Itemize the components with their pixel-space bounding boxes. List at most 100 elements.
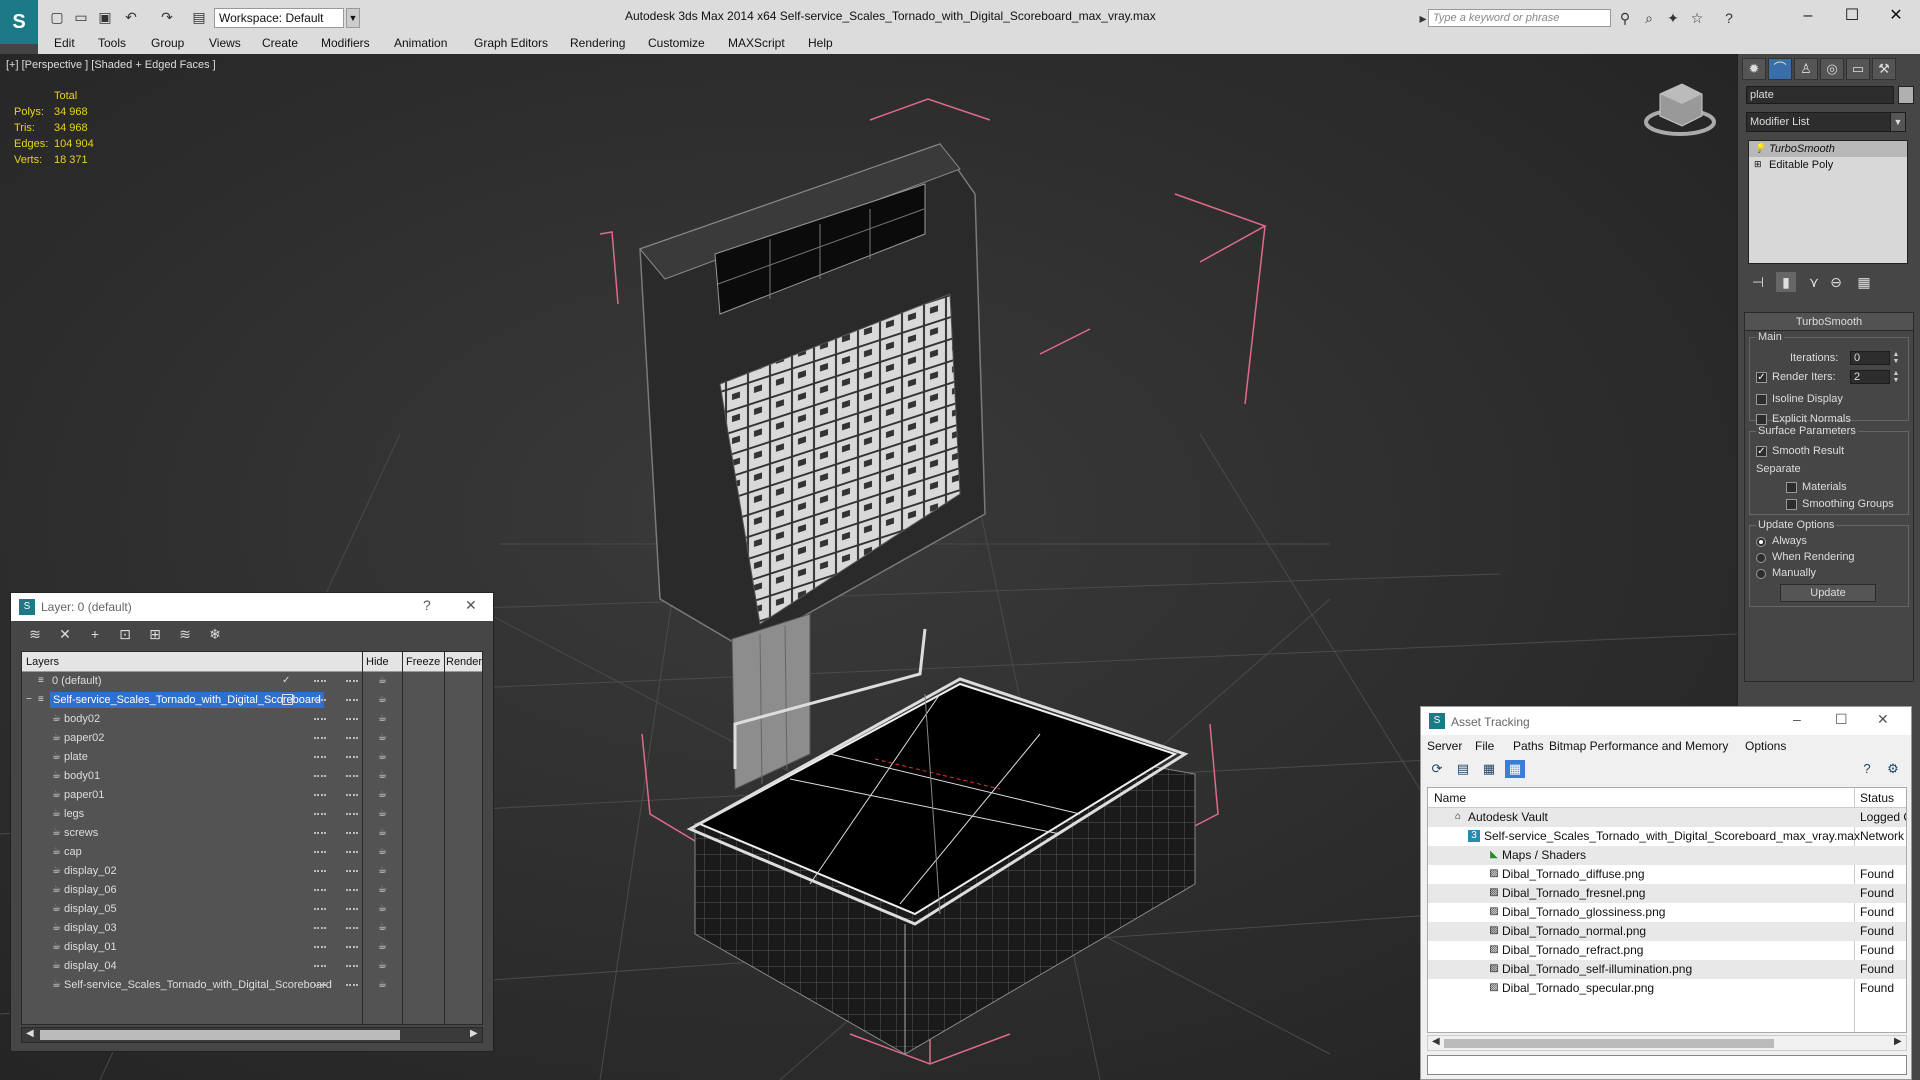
layer-object-row[interactable]: ☕ legs ☕ [22, 805, 482, 824]
hold-icon[interactable]: ▤ [190, 8, 208, 26]
asset-row-map[interactable]: ▨ Dibal_Tornado_fresnel.png Found [1428, 884, 1906, 903]
layer-row-selected[interactable]: − ≡ Self-service_Scales_Tornado_with_Digit… [22, 691, 482, 710]
hierarchy-tab-icon[interactable]: ♙ [1794, 58, 1818, 80]
collapse-icon[interactable]: − [26, 694, 37, 705]
when-rendering-radio[interactable] [1756, 553, 1766, 563]
freeze-toggle[interactable] [346, 927, 358, 929]
hide-toggle[interactable] [314, 756, 326, 758]
render-teapot-icon[interactable]: ☕ [378, 828, 389, 838]
hide-toggle[interactable] [314, 870, 326, 872]
modifier-list-dropdown[interactable]: Modifier List [1746, 112, 1906, 132]
freeze-toggle[interactable] [346, 756, 358, 758]
column-name[interactable]: Name [1434, 791, 1466, 805]
freeze-toggle[interactable] [346, 699, 358, 701]
menu-maxscript[interactable]: MAXScript [728, 36, 785, 50]
hide-toggle[interactable] [314, 680, 326, 682]
rollout-header[interactable]: TurboSmooth [1745, 313, 1913, 331]
hide-toggle[interactable] [314, 851, 326, 853]
scroll-left-icon[interactable]: ◀ [26, 1028, 34, 1039]
help-icon[interactable]: ? [423, 597, 431, 613]
render-teapot-icon[interactable]: ☕ [378, 752, 389, 762]
freeze-toggle[interactable] [346, 680, 358, 682]
asset-row-file[interactable]: 3 Self-service_Scales_Tornado_with_Digit… [1428, 827, 1906, 846]
undo-icon[interactable]: ↶ [122, 8, 140, 26]
add-to-layer-icon[interactable]: + [85, 625, 105, 643]
layer-object-row[interactable]: ☕ screws ☕ [22, 824, 482, 843]
redo-icon[interactable]: ↷ [158, 8, 176, 26]
render-teapot-icon[interactable]: ☕ [378, 961, 389, 971]
save-file-icon[interactable]: ▣ [96, 8, 114, 26]
column-hide[interactable]: Hide [366, 656, 389, 668]
freeze-toggle[interactable] [346, 908, 358, 910]
maximize-button[interactable]: ☐ [1830, 4, 1874, 28]
layer-object-row[interactable]: ☕ paper02 ☕ [22, 729, 482, 748]
smoothing-groups-checkbox[interactable] [1786, 499, 1797, 510]
help-icon[interactable]: ? [1720, 9, 1738, 27]
horizontal-scrollbar[interactable]: ◀ ▶ [1427, 1035, 1907, 1051]
menu-bitmap-performance[interactable]: Bitmap Performance and Memory [1549, 739, 1728, 753]
scroll-left-icon[interactable]: ◀ [1432, 1036, 1440, 1047]
display-tab-icon[interactable]: ▭ [1846, 58, 1870, 80]
render-teapot-icon[interactable]: ☕ [378, 676, 389, 686]
update-button[interactable]: Update [1780, 584, 1876, 602]
freeze-toggle[interactable] [346, 813, 358, 815]
freeze-toggle[interactable] [346, 775, 358, 777]
hide-toggle[interactable] [314, 699, 326, 701]
stack-item-turbosmooth[interactable]: 💡 TurboSmooth [1749, 141, 1907, 157]
freeze-toggle[interactable] [346, 737, 358, 739]
menu-create[interactable]: Create [262, 36, 298, 50]
menu-modifiers[interactable]: Modifiers [321, 36, 370, 50]
motion-tab-icon[interactable]: ◎ [1820, 58, 1844, 80]
refresh-icon[interactable]: ⟳ [1427, 760, 1447, 778]
render-teapot-icon[interactable]: ☕ [378, 847, 389, 857]
asset-row-map[interactable]: ▨ Dibal_Tornado_specular.png Found [1428, 979, 1906, 998]
menu-animation[interactable]: Animation [394, 36, 447, 50]
list-view-icon[interactable]: ▤ [1453, 760, 1473, 778]
menu-paths[interactable]: Paths [1513, 739, 1544, 753]
column-freeze[interactable]: Freeze [406, 656, 440, 668]
materials-checkbox[interactable] [1786, 482, 1797, 493]
column-layers[interactable]: Layers [26, 656, 59, 668]
layer-row-default[interactable]: ≡ 0 (default) ✓ ☕ [22, 672, 482, 691]
show-end-result-icon[interactable]: ▮ [1776, 272, 1796, 292]
column-status[interactable]: Status [1860, 791, 1894, 805]
hide-toggle[interactable] [314, 794, 326, 796]
spinner-arrows-icon[interactable]: ▲ ▼ [1892, 370, 1900, 384]
always-radio[interactable] [1756, 537, 1766, 547]
render-teapot-icon[interactable]: ☕ [378, 695, 389, 705]
freeze-toggle[interactable] [346, 832, 358, 834]
layer-object-row[interactable]: ☕ display_03 ☕ [22, 919, 482, 938]
layer-object-row[interactable]: ☕ body01 ☕ [22, 767, 482, 786]
hide-toggle[interactable] [314, 718, 326, 720]
maximize-button[interactable]: ☐ [1835, 711, 1848, 728]
render-teapot-icon[interactable]: ☕ [378, 809, 389, 819]
app-menu-button[interactable]: S [0, 0, 38, 44]
asset-row-map[interactable]: ▨ Dibal_Tornado_refract.png Found [1428, 941, 1906, 960]
layer-object-row[interactable]: ☕ display_04 ☕ [22, 957, 482, 976]
hide-toggle[interactable] [314, 984, 326, 986]
hide-toggle[interactable] [314, 737, 326, 739]
scrollbar-thumb[interactable] [40, 1030, 400, 1040]
menu-group[interactable]: Group [151, 36, 184, 50]
binoculars-icon[interactable]: ⚲ [1616, 9, 1634, 27]
render-teapot-icon[interactable]: ☕ [378, 885, 389, 895]
object-color-swatch[interactable] [1898, 86, 1914, 104]
chevron-down-icon[interactable]: ▼ [1890, 112, 1906, 132]
make-unique-icon[interactable]: ⋎ [1804, 272, 1824, 292]
scrollbar-thumb[interactable] [1444, 1039, 1774, 1048]
horizontal-scrollbar[interactable]: ◀ ▶ [21, 1027, 483, 1043]
freeze-toggle[interactable] [346, 794, 358, 796]
asset-row-vault[interactable]: ⌂ Autodesk Vault Logged O [1428, 808, 1906, 827]
isoline-display-checkbox[interactable] [1756, 394, 1767, 405]
minimize-button[interactable]: – [1786, 4, 1830, 28]
asset-row-map[interactable]: ▨ Dibal_Tornado_diffuse.png Found [1428, 865, 1906, 884]
hide-toggle[interactable] [314, 965, 326, 967]
open-file-icon[interactable]: ▭ [72, 8, 90, 26]
select-objects-in-layer-icon[interactable]: ⊡ [115, 625, 135, 643]
render-teapot-icon[interactable]: ☕ [378, 942, 389, 952]
object-name-field[interactable]: plate [1746, 86, 1894, 104]
asset-row-map[interactable]: ▨ Dibal_Tornado_glossiness.png Found [1428, 903, 1906, 922]
layer-object-row[interactable]: ☕ body02 ☕ [22, 710, 482, 729]
menu-customize[interactable]: Customize [648, 36, 705, 50]
pin-stack-icon[interactable]: ⊣ [1748, 272, 1768, 292]
